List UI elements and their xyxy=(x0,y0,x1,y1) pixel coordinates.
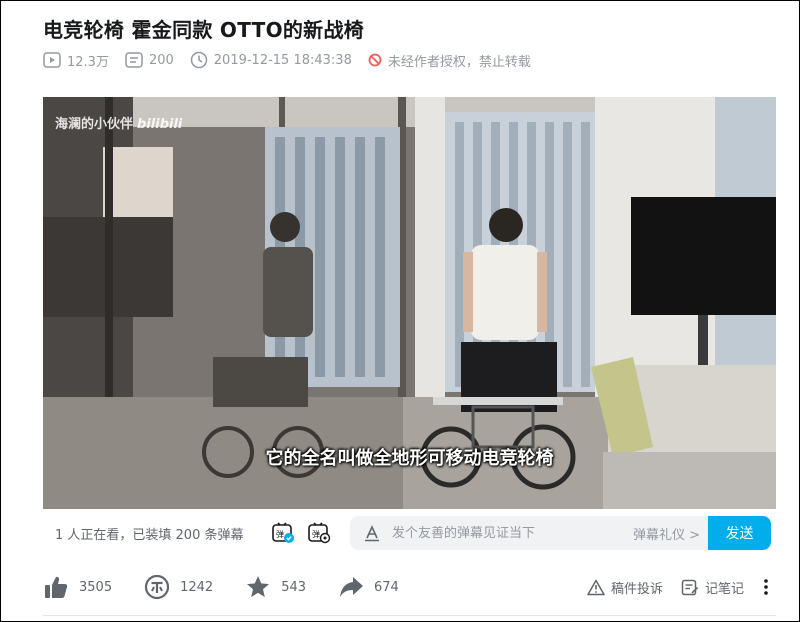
note-button[interactable]: 记笔记 xyxy=(681,578,744,597)
video-meta: 12.3万 200 2019-12-15 18:43:38 未经作者授权，禁止转… xyxy=(43,50,547,70)
warning-triangle-icon xyxy=(587,579,605,595)
favorite-button[interactable]: 543 xyxy=(245,574,306,600)
coin-icon xyxy=(144,574,170,600)
danmaku-settings-button[interactable]: 弹 xyxy=(306,520,332,546)
share-button[interactable]: 674 xyxy=(338,574,399,600)
danmaku-toggle-button[interactable]: 弹 xyxy=(270,520,296,546)
danmaku-toggle-icon: 弹 xyxy=(272,522,294,543)
danmaku-icon xyxy=(125,52,143,68)
report-button[interactable]: 稿件投诉 xyxy=(587,578,663,597)
coin-button[interactable]: 1242 xyxy=(144,574,213,600)
forbidden-icon xyxy=(368,53,382,67)
video-player[interactable]: 海澜的小伙伴 bilibili 它的全名叫做全地形可移动电竞轮椅 xyxy=(43,97,776,509)
note-icon xyxy=(681,579,699,595)
star-icon xyxy=(247,576,270,597)
video-watermark: 海澜的小伙伴 bilibili xyxy=(55,117,183,132)
video-title: 电竞轮椅 霍金同款 OTTO的新战椅 xyxy=(43,18,365,42)
danmaku-input-box: 弹幕礼仪 > 发送 xyxy=(350,516,771,550)
thumbs-up-icon xyxy=(45,576,68,598)
play-icon xyxy=(43,52,61,68)
danmaku-etiquette-link[interactable]: 弹幕礼仪 > xyxy=(633,524,700,543)
copyright-notice: 未经作者授权，禁止转载 xyxy=(368,51,531,70)
more-vertical-icon xyxy=(764,579,768,595)
clock-icon xyxy=(190,51,208,69)
svg-text:弹: 弹 xyxy=(276,529,284,539)
view-count: 12.3万 xyxy=(43,51,109,70)
send-danmaku-button[interactable]: 发送 xyxy=(708,516,771,550)
danmaku-input[interactable] xyxy=(384,525,633,541)
publish-time: 2019-12-15 18:43:38 xyxy=(190,51,352,69)
divider xyxy=(43,615,776,616)
watching-count: 1 人正在看，已装填 200 条弹幕 xyxy=(55,527,244,543)
svg-text:弹: 弹 xyxy=(312,529,320,539)
danmaku-settings-icon: 弹 xyxy=(308,522,331,544)
share-arrow-icon xyxy=(340,577,364,597)
danmaku-count: 200 xyxy=(125,52,174,68)
text-style-icon[interactable] xyxy=(360,524,384,542)
video-subtitle: 它的全名叫做全地形可移动电竞轮椅 xyxy=(265,448,554,469)
like-button[interactable]: 3505 xyxy=(43,574,112,600)
danmaku-bar: 1 人正在看，已装填 200 条弹幕 弹 弹 发个友善的弹幕见证当下 弹幕礼仪 … xyxy=(43,511,776,555)
action-bar-right: 稿件投诉 记笔记 xyxy=(569,572,776,602)
more-options-button[interactable] xyxy=(762,578,776,596)
action-bar: 3505 1242 543 674 稿件投诉 记笔记 xyxy=(43,572,776,602)
